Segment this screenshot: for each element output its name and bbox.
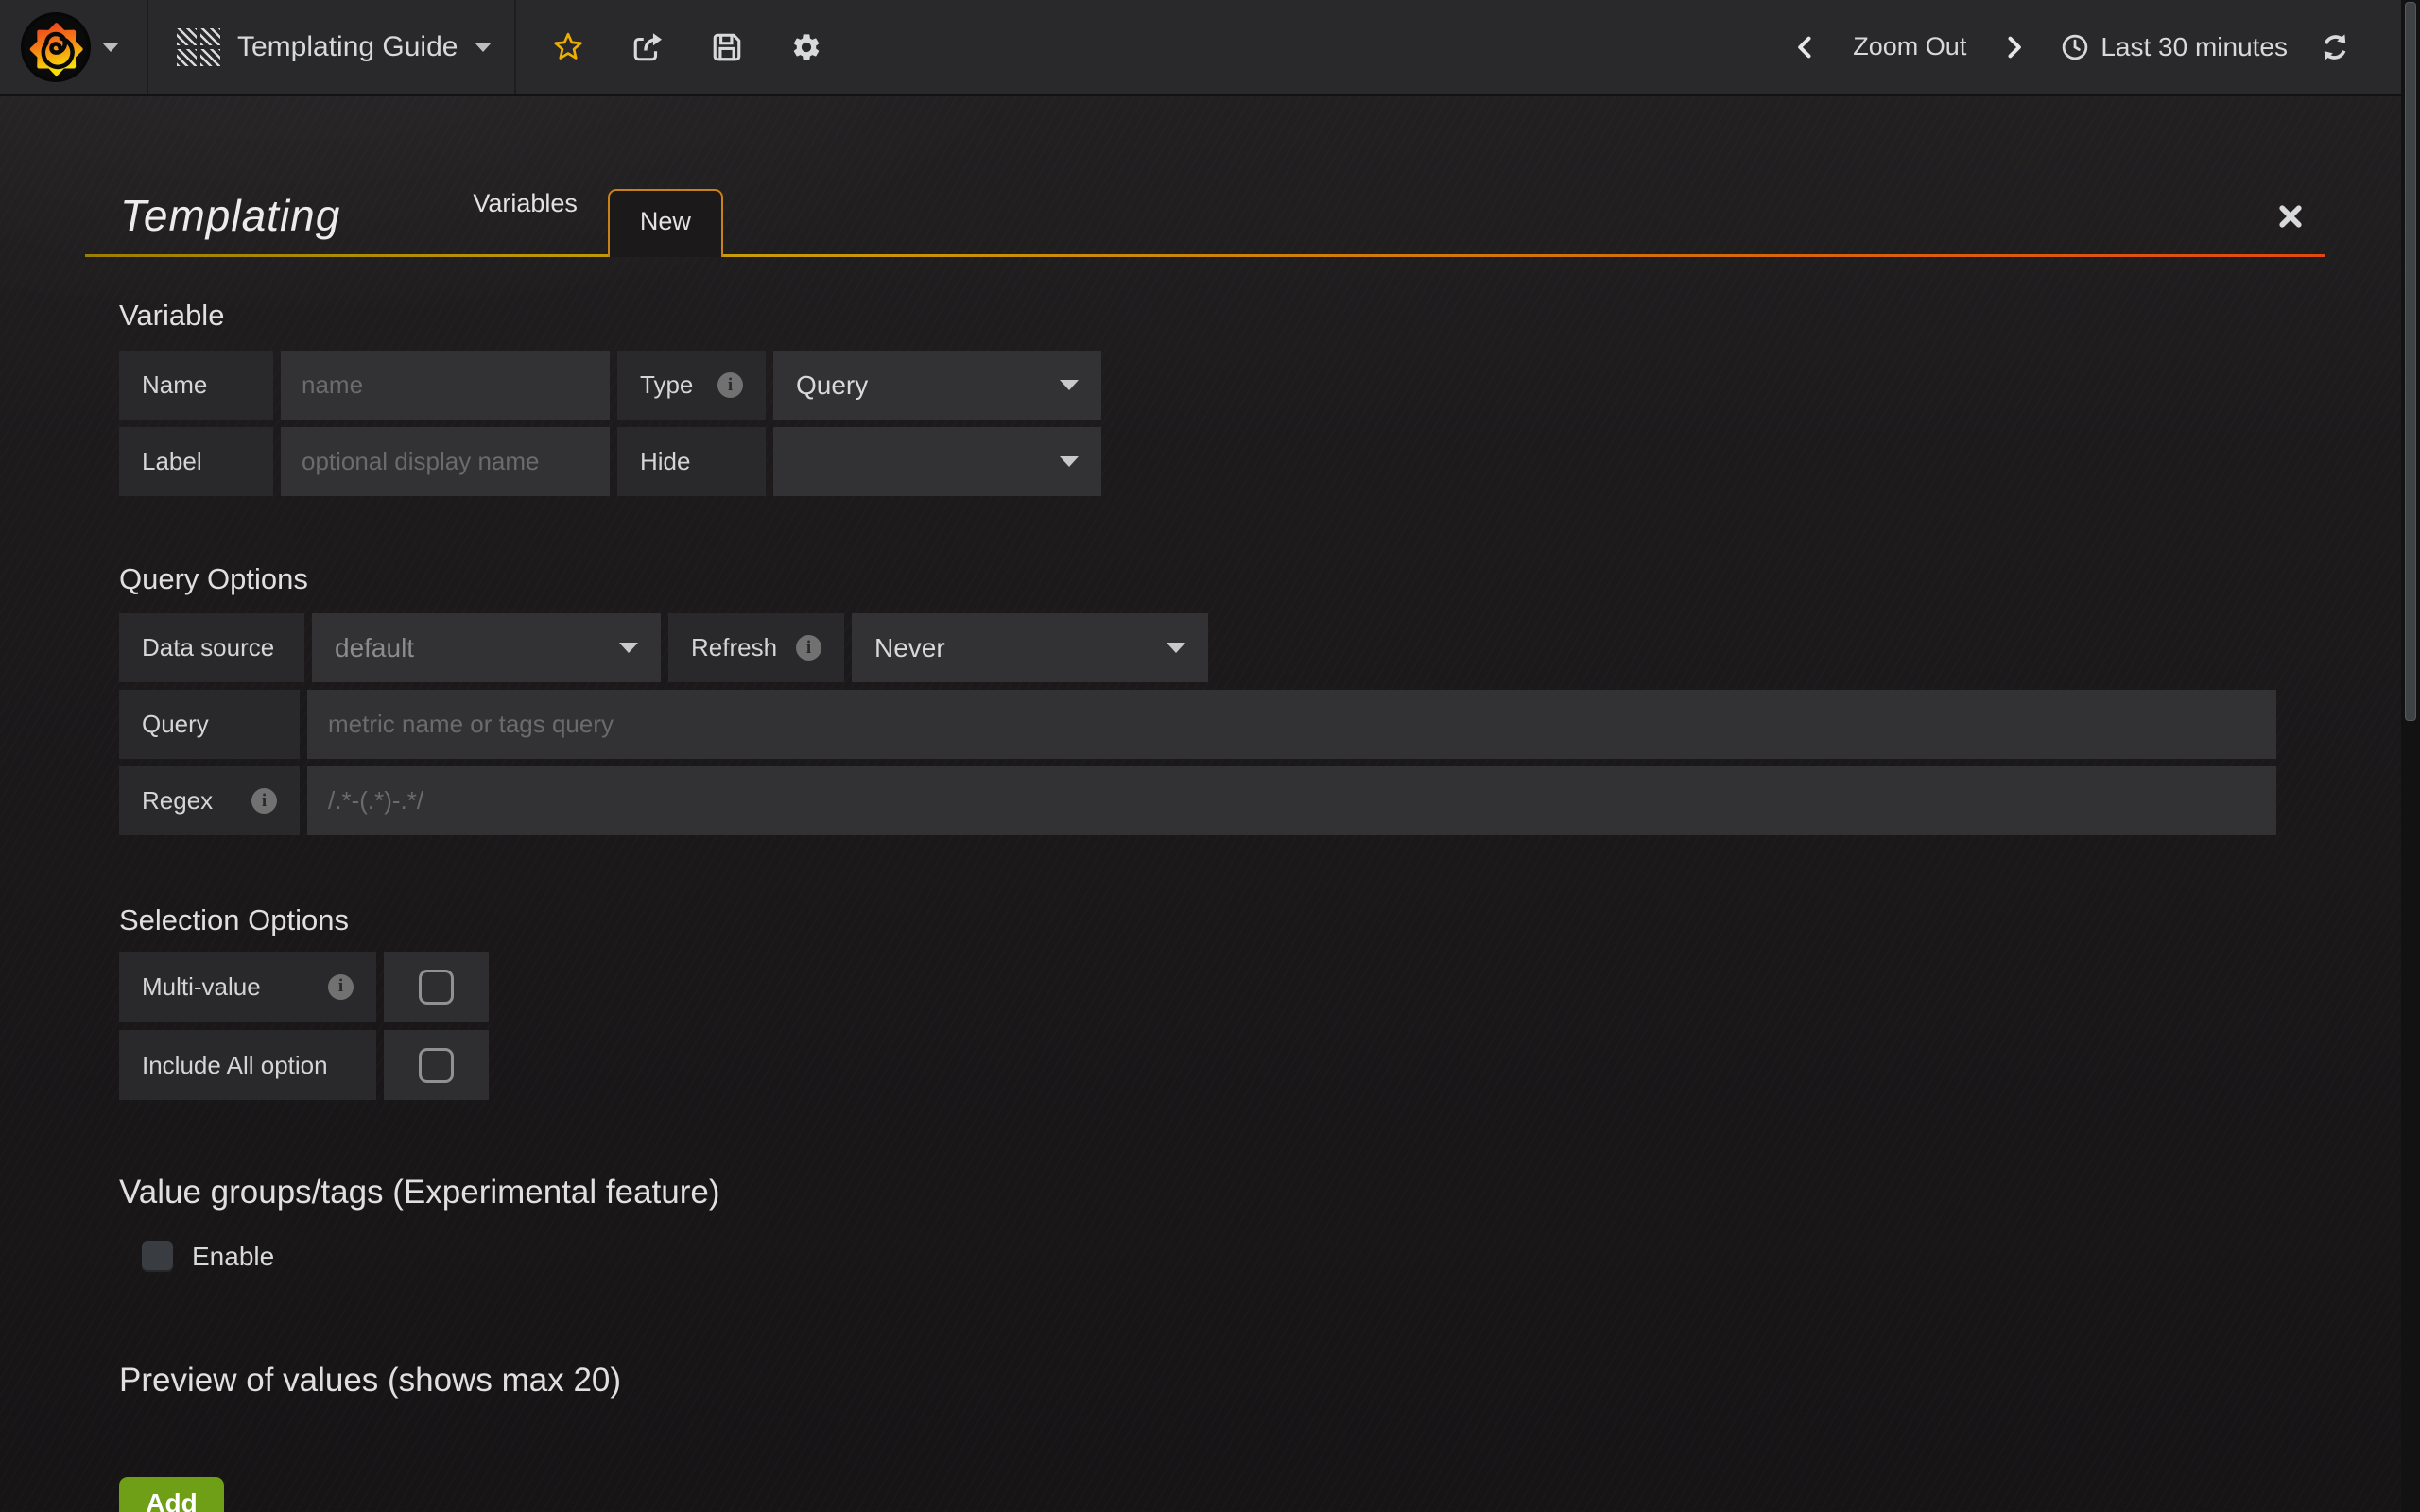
- grafana-app: Templating Guide: [0, 0, 2420, 1512]
- dashboard-title-section[interactable]: Templating Guide: [148, 0, 516, 94]
- type-select-value: Query: [796, 370, 868, 401]
- datasource-select[interactable]: default: [312, 613, 661, 682]
- zoom-out-button[interactable]: Zoom Out: [1853, 32, 1966, 61]
- chevron-right-icon: [2000, 34, 2027, 60]
- variable-form: Variable Name Type i Query Label Hide: [85, 299, 2325, 1512]
- multi-value-label: Multi-value i: [119, 952, 376, 1022]
- label-label: Label: [119, 427, 273, 496]
- regex-input[interactable]: [307, 766, 2276, 835]
- query-input[interactable]: [307, 690, 2276, 759]
- tab-new[interactable]: New: [608, 189, 723, 257]
- chevron-down-icon: [1167, 643, 1185, 653]
- page-scrollbar[interactable]: [2401, 0, 2420, 1512]
- include-all-row: Include All option: [119, 1030, 2325, 1100]
- selection-options-heading: Selection Options: [119, 903, 2325, 937]
- value-groups-heading: Value groups/tags (Experimental feature): [119, 1174, 2325, 1211]
- templating-header: Templating Variables New: [85, 96, 2325, 254]
- dashboard-title[interactable]: Templating Guide: [237, 31, 458, 63]
- refresh-select-value: Never: [874, 633, 945, 663]
- preview-heading: Preview of values (shows max 20): [119, 1362, 2325, 1400]
- close-button[interactable]: [2276, 202, 2305, 254]
- grafana-logo[interactable]: [21, 12, 91, 82]
- templating-editor: Templating Variables New Variable Name T…: [85, 96, 2325, 1512]
- name-label: Name: [119, 351, 273, 420]
- close-icon: [2276, 202, 2305, 231]
- variable-section-heading: Variable: [119, 299, 2325, 333]
- enable-checkbox[interactable]: [142, 1241, 173, 1272]
- logo-section: [0, 0, 148, 94]
- top-navbar: Templating Guide: [0, 0, 2420, 96]
- refresh-select[interactable]: Never: [852, 613, 1208, 682]
- refresh-label: Refresh i: [668, 613, 844, 682]
- scrollbar-thumb[interactable]: [2405, 2, 2416, 721]
- page-title: Templating: [120, 190, 340, 254]
- time-controls: Zoom Out Last 30 minutes: [1787, 0, 2354, 94]
- datasource-row: Data source default Refresh i Never: [119, 613, 2325, 682]
- multi-value-checkbox[interactable]: [384, 952, 489, 1022]
- hide-label: Hide: [617, 427, 766, 496]
- gear-icon: [790, 31, 822, 63]
- time-shift-forward-button[interactable]: [1995, 28, 2032, 66]
- enable-toggle-row[interactable]: Enable: [142, 1241, 2325, 1272]
- chevron-down-icon: [475, 43, 492, 52]
- save-button[interactable]: [707, 27, 747, 67]
- settings-button[interactable]: [786, 27, 826, 67]
- variable-row-2: Label Hide: [119, 427, 2325, 496]
- chevron-down-icon: [619, 643, 638, 653]
- datasource-select-value: default: [335, 633, 414, 663]
- share-button[interactable]: [628, 27, 667, 67]
- favorite-star-button[interactable]: [548, 27, 588, 67]
- regex-row: Regex i: [119, 766, 2325, 835]
- clock-icon: [2061, 33, 2089, 61]
- include-all-label: Include All option: [119, 1030, 376, 1100]
- type-info-icon[interactable]: i: [717, 372, 743, 398]
- time-range-label: Last 30 minutes: [2100, 32, 2288, 62]
- query-label: Query: [119, 690, 300, 759]
- time-range-picker[interactable]: Last 30 minutes: [2061, 32, 2288, 62]
- regex-label: Regex i: [119, 766, 300, 835]
- hide-select[interactable]: [773, 427, 1101, 496]
- enable-label: Enable: [192, 1242, 274, 1272]
- checkbox-icon: [419, 1048, 454, 1083]
- navbar-actions: [516, 0, 826, 94]
- query-options-heading: Query Options: [119, 562, 2325, 596]
- chevron-down-icon: [1060, 380, 1079, 390]
- regex-info-icon[interactable]: i: [251, 788, 277, 814]
- type-select[interactable]: Query: [773, 351, 1101, 420]
- star-icon: [552, 31, 584, 63]
- share-icon: [631, 31, 664, 63]
- query-row: Query: [119, 690, 2325, 759]
- include-all-checkbox[interactable]: [384, 1030, 489, 1100]
- save-icon: [711, 31, 743, 63]
- time-shift-back-button[interactable]: [1787, 28, 1824, 66]
- header-gradient-divider: [85, 254, 2325, 257]
- tab-variables[interactable]: Variables: [442, 189, 608, 254]
- chevron-down-icon: [1060, 456, 1079, 467]
- name-input[interactable]: [281, 351, 610, 420]
- multi-value-row: Multi-value i: [119, 952, 2325, 1022]
- refresh-info-icon[interactable]: i: [796, 635, 821, 661]
- refresh-icon: [2320, 32, 2350, 62]
- refresh-button[interactable]: [2316, 28, 2354, 66]
- chevron-down-icon[interactable]: [102, 43, 119, 52]
- add-button[interactable]: Add: [119, 1477, 224, 1512]
- label-input[interactable]: [281, 427, 610, 496]
- type-label: Type i: [617, 351, 766, 420]
- datasource-label: Data source: [119, 613, 304, 682]
- checkbox-icon: [419, 970, 454, 1005]
- variable-row-1: Name Type i Query: [119, 351, 2325, 420]
- chevron-left-icon: [1792, 34, 1819, 60]
- multi-value-info-icon[interactable]: i: [328, 974, 354, 1000]
- tab-bar: Variables New: [442, 189, 723, 254]
- dashboard-icon: [177, 28, 220, 66]
